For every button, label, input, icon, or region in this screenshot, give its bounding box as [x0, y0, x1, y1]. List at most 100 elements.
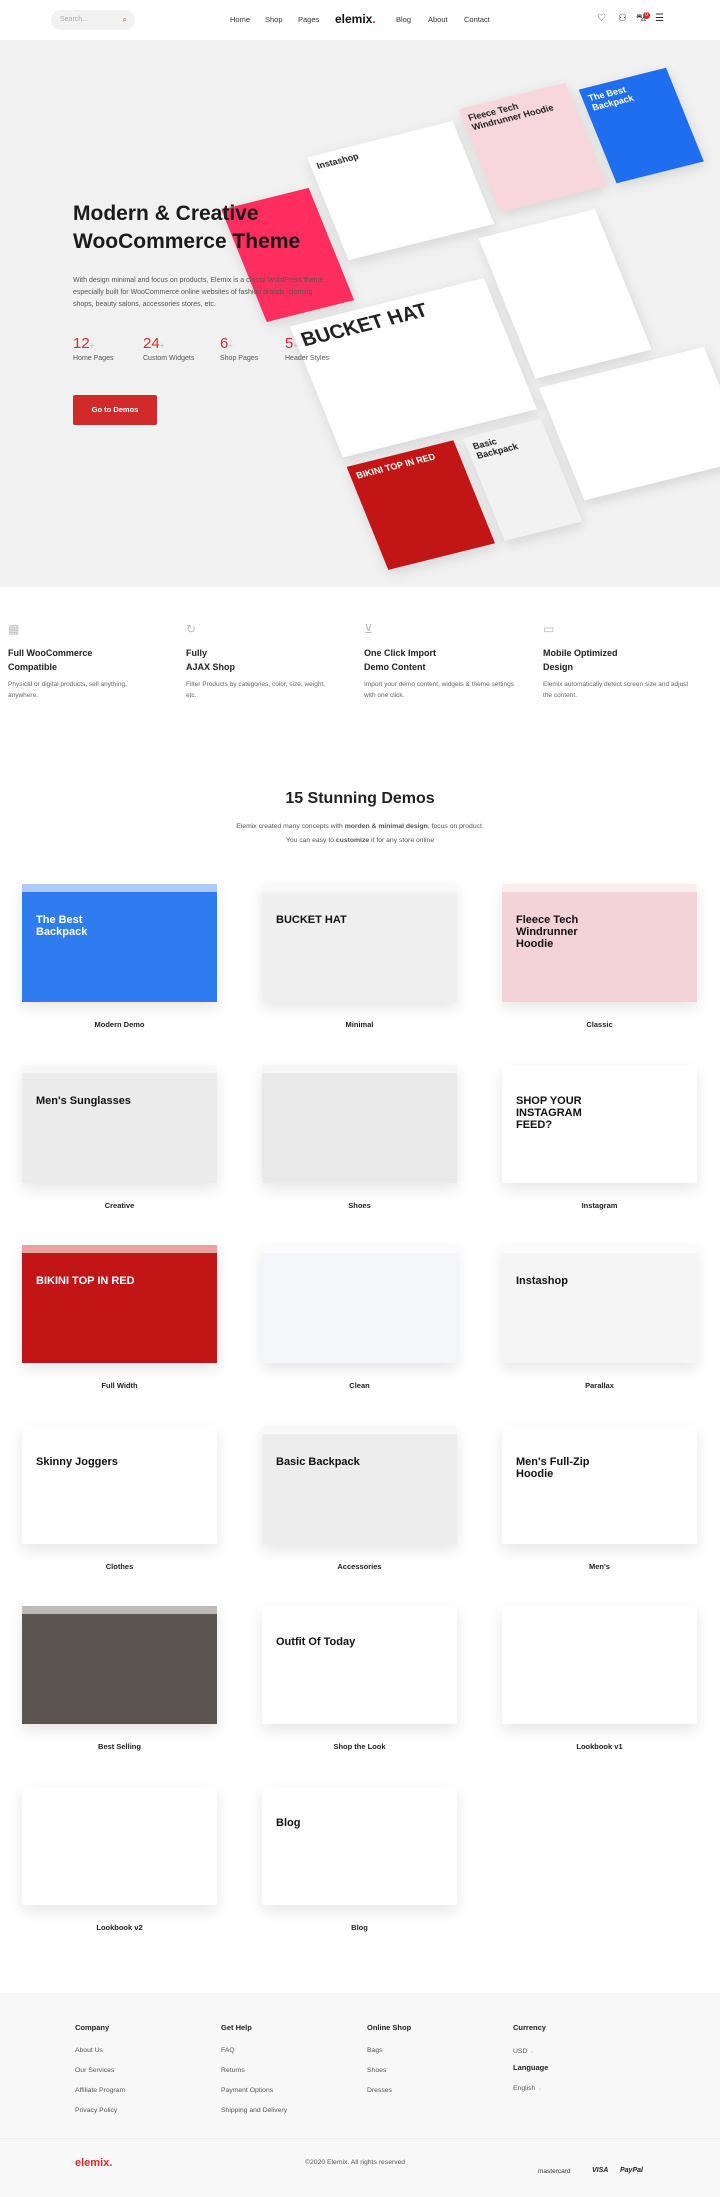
language-select[interactable]: English ⌄ — [513, 2084, 548, 2092]
nav-shop[interactable]: Shop — [265, 15, 283, 24]
user-icon[interactable]: ⚇ — [618, 13, 627, 24]
refresh-icon: ↻ — [186, 622, 197, 636]
demo-thumbnail[interactable]: BIKINI TOP IN RED — [22, 1245, 217, 1364]
demo-label[interactable]: Blog — [262, 1923, 457, 1932]
feature-item: ▦ Full WooCommerce Compatible Physical or… — [8, 622, 158, 701]
footer: Company About Us Our Services Affiliate Pro… — [0, 1993, 720, 2197]
demo-label[interactable]: Men's — [502, 1562, 697, 1571]
demo-card[interactable]: Lookbook v2 — [22, 1787, 217, 1932]
demo-label[interactable]: Full Width — [22, 1381, 217, 1390]
footer-link[interactable]: FAQ — [221, 2047, 287, 2054]
demo-label[interactable]: Shop the Look — [262, 1742, 457, 1751]
demo-card[interactable]: Best Selling — [22, 1606, 217, 1751]
stat-home-pages: 12+ Home Pages — [73, 335, 114, 362]
demo-thumbnail[interactable]: Men's Full-Zip Hoodie — [502, 1425, 697, 1544]
demo-card[interactable]: Outfit Of Today Shop the Look — [262, 1606, 457, 1751]
stat-shop-pages: 6+ Shop Pages — [220, 335, 259, 362]
demos-title: 15 Stunning Demos — [285, 790, 435, 807]
demo-card[interactable]: Skinny Joggers Clothes — [22, 1425, 217, 1571]
nav-pages[interactable]: Pages — [298, 15, 319, 24]
footer-link[interactable]: Shoes — [367, 2067, 411, 2074]
demo-card[interactable]: Men's Sunglasses Creative — [22, 1064, 217, 1210]
demo-thumbnail[interactable] — [22, 1787, 217, 1905]
demo-card[interactable]: The Best Backpack Modern Demo — [22, 884, 217, 1029]
footer-link[interactable]: Shipping and Delivery — [221, 2107, 287, 2114]
demo-collage: Instashop Fleece Tech Windrunner Hoodie … — [206, 58, 720, 587]
demo-label[interactable]: Parallax — [502, 1381, 697, 1390]
footer-column: Online Shop Bags Shoes Dresses — [367, 2023, 412, 2094]
feature-item: ▭ Mobile Optimized Design Elemix automati… — [543, 622, 693, 701]
footer-link[interactable]: Returns — [221, 2067, 287, 2074]
demo-thumbnail[interactable]: Skinny Joggers — [22, 1425, 217, 1544]
demo-label[interactable]: Clean — [262, 1381, 457, 1390]
footer-link[interactable]: Payment Options — [221, 2087, 287, 2094]
menu-icon[interactable]: ☰ — [655, 13, 664, 24]
logo[interactable]: elemix. — [335, 12, 376, 26]
demo-thumbnail[interactable]: Instashop — [502, 1245, 697, 1364]
demo-label[interactable]: Best Selling — [22, 1742, 217, 1751]
footer-link[interactable]: Affiliate Program — [75, 2087, 125, 2094]
hero: Instashop Fleece Tech Windrunner Hoodie … — [0, 40, 720, 587]
demo-thumbnail[interactable]: SHOP YOUR INSTAGRAM FEED? — [502, 1064, 697, 1183]
demo-thumbnail[interactable]: Men's Sunglasses — [22, 1064, 217, 1183]
demo-label[interactable]: Accessories — [262, 1562, 457, 1571]
demo-label[interactable]: Shoes — [262, 1201, 457, 1210]
demo-card[interactable]: Fleece Tech Windrunner Hoodie Classic — [502, 884, 697, 1029]
demo-thumbnail[interactable]: Blog — [262, 1787, 457, 1905]
demo-thumbnail[interactable]: Fleece Tech Windrunner Hoodie — [502, 884, 697, 1002]
footer-link[interactable]: Privacy Policy — [75, 2107, 125, 2114]
footer-logo[interactable]: elemix. — [75, 2157, 112, 2169]
demo-card[interactable]: Clean — [262, 1245, 457, 1390]
demo-label[interactable]: Lookbook v1 — [502, 1742, 697, 1751]
paypal-logo: PayPal — [620, 2167, 643, 2174]
search-placeholder: Search... — [60, 16, 89, 23]
footer-column: Get Help FAQ Returns Payment Options Shippin… — [221, 2023, 288, 2114]
hero-description: With design minimal and focus on product… — [73, 277, 324, 308]
heart-icon[interactable]: ♡ — [597, 13, 606, 24]
footer-bottom: elemix. ©2020 Elemix. All rights reserve… — [0, 2138, 720, 2197]
demos-subtitle: Elemix created many concepts with morden… — [236, 823, 484, 844]
footer-link[interactable]: Our Services — [75, 2067, 125, 2074]
demo-label[interactable]: Instagram — [502, 1201, 697, 1210]
demo-card[interactable]: Basic Backpack Accessories — [262, 1425, 457, 1571]
demo-thumbnail[interactable] — [22, 1606, 217, 1725]
demo-label[interactable]: Lookbook v2 — [22, 1923, 217, 1932]
nav-blog[interactable]: Blog — [396, 15, 411, 24]
footer-link[interactable]: Dresses — [367, 2087, 411, 2094]
demo-card[interactable]: Men's Full-Zip Hoodie Men's — [502, 1425, 697, 1571]
nav-about[interactable]: About — [428, 15, 448, 24]
demo-card[interactable]: Blog Blog — [262, 1787, 457, 1932]
search-input[interactable]: Search... ⌕ — [51, 10, 135, 30]
demo-thumbnail[interactable]: The Best Backpack — [22, 884, 217, 1002]
collage-card: Instashop — [307, 121, 495, 261]
demo-label[interactable]: Modern Demo — [22, 1020, 217, 1029]
search-icon[interactable]: ⌕ — [123, 15, 127, 25]
demo-card[interactable]: Shoes — [262, 1064, 457, 1210]
demo-label[interactable]: Clothes — [22, 1562, 217, 1571]
footer-column: Company About Us Our Services Affiliate Pro… — [75, 2023, 126, 2114]
demo-thumbnail[interactable]: BUCKET HAT — [262, 884, 457, 1002]
demo-thumbnail[interactable] — [262, 1064, 457, 1183]
footer-link[interactable]: Bags — [367, 2047, 411, 2054]
demo-label[interactable]: Classic — [502, 1020, 697, 1029]
store-icon: ▦ — [8, 622, 20, 636]
demo-card[interactable]: Instashop Parallax — [502, 1245, 697, 1390]
demo-label[interactable]: Minimal — [262, 1020, 457, 1029]
demo-card[interactable]: Lookbook v1 — [502, 1606, 697, 1751]
demo-thumbnail[interactable]: Basic Backpack — [262, 1425, 457, 1544]
demo-thumbnail[interactable] — [502, 1606, 697, 1725]
demo-thumbnail[interactable]: Outfit Of Today — [262, 1606, 457, 1725]
nav-home[interactable]: Home — [230, 15, 250, 24]
demo-label[interactable]: Creative — [22, 1201, 217, 1210]
footer-link[interactable]: About Us — [75, 2047, 125, 2054]
go-to-demos-button[interactable]: Go to Demos — [73, 395, 157, 425]
feature-item: ↻ Fully AJAX Shop Filter Products by cate… — [186, 622, 336, 701]
currency-select[interactable]: USD ⌄ — [513, 2047, 548, 2055]
demo-card[interactable]: BIKINI TOP IN RED Full Width — [22, 1245, 217, 1390]
nav-contact[interactable]: Contact — [464, 15, 490, 24]
demo-thumbnail[interactable] — [262, 1245, 457, 1364]
mastercard-logo: mastercard — [538, 2168, 571, 2175]
demo-card[interactable]: SHOP YOUR INSTAGRAM FEED? Instagram — [502, 1064, 697, 1210]
copyright: ©2020 Elemix. All rights reserved — [305, 2159, 406, 2166]
demo-card[interactable]: BUCKET HAT Minimal — [262, 884, 457, 1029]
